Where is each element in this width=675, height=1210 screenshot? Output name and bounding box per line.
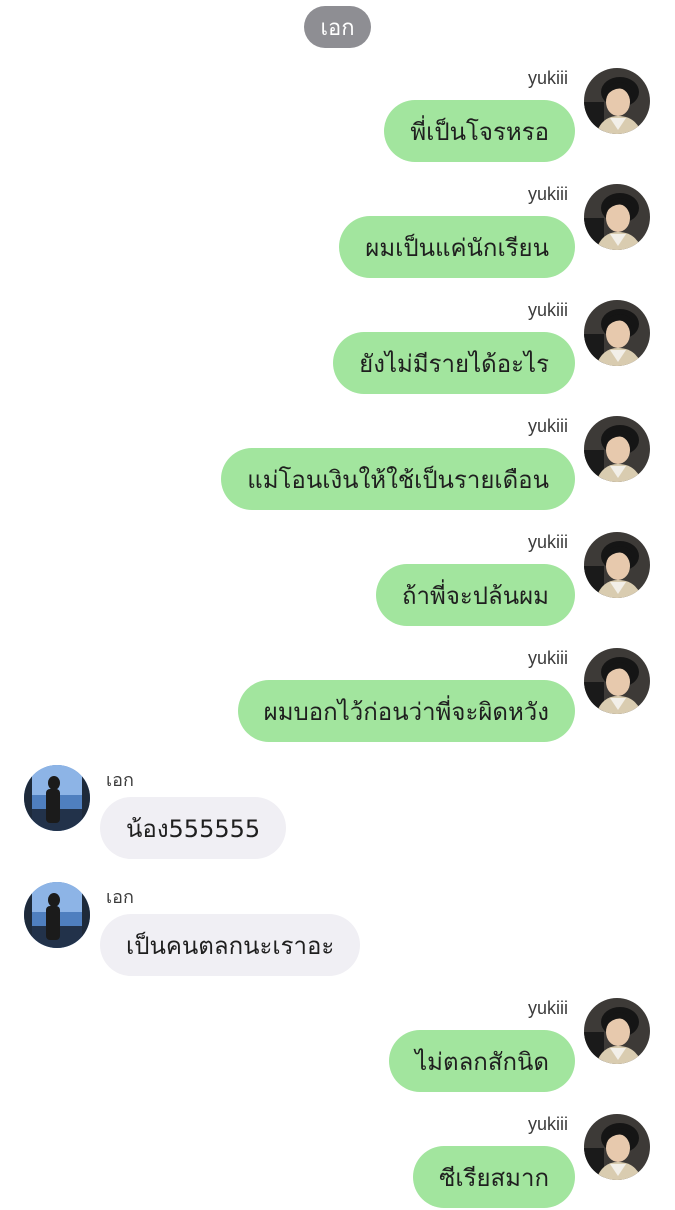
- sender-name: yukiii: [527, 68, 568, 88]
- message-bubble[interactable]: ไม่ตลกสักนิด: [389, 1030, 575, 1092]
- avatar-yukiii[interactable]: [584, 416, 650, 482]
- chat-partner-name[interactable]: เอก: [304, 6, 371, 48]
- avatar-yukiii[interactable]: [584, 1114, 650, 1180]
- sender-name: yukiii: [527, 300, 568, 320]
- message-row-outgoing: yukiii ไม่ตลกสักนิด: [0, 998, 675, 1094]
- message-row-incoming: เอก น้อง555555: [0, 765, 675, 861]
- message-bubble[interactable]: ผมบอกไว้ก่อนว่าพี่จะผิดหวัง: [237, 680, 575, 742]
- message-row-outgoing: yukiii ซีเรียสมาก: [0, 1114, 675, 1210]
- message-bubble[interactable]: แม่โอนเงินให้ใช้เป็นรายเดือน: [221, 448, 575, 510]
- message-row-outgoing: yukiii ผมเป็นแค่นักเรียน: [0, 184, 675, 280]
- message-row-outgoing: yukiii แม่โอนเงินให้ใช้เป็นรายเดือน: [0, 416, 675, 512]
- message-bubble[interactable]: เป็นคนตลกนะเราอะ: [100, 914, 361, 976]
- message-row-incoming: เอก เป็นคนตลกนะเราอะ: [0, 882, 675, 978]
- message-bubble[interactable]: ผมเป็นแค่นักเรียน: [339, 216, 575, 278]
- avatar-ek[interactable]: [24, 882, 90, 948]
- sender-name: เอก: [106, 770, 134, 790]
- message-row-outgoing: yukiii พี่เป็นโจรหรอ: [0, 68, 675, 164]
- avatar-yukiii[interactable]: [584, 532, 650, 598]
- message-bubble[interactable]: น้อง555555: [100, 797, 287, 859]
- sender-name: yukiii: [527, 648, 568, 668]
- avatar-yukiii[interactable]: [584, 184, 650, 250]
- message-bubble[interactable]: พี่เป็นโจรหรอ: [384, 100, 575, 162]
- sender-name: yukiii: [527, 184, 568, 204]
- message-row-outgoing: yukiii ผมบอกไว้ก่อนว่าพี่จะผิดหวัง: [0, 648, 675, 744]
- message-bubble[interactable]: ซีเรียสมาก: [413, 1146, 575, 1208]
- message-bubble[interactable]: ยังไม่มีรายได้อะไร: [333, 332, 575, 394]
- avatar-yukiii[interactable]: [584, 68, 650, 134]
- sender-name: yukiii: [527, 1114, 568, 1134]
- sender-name: yukiii: [527, 532, 568, 552]
- sender-name: yukiii: [527, 998, 568, 1018]
- avatar-yukiii[interactable]: [584, 998, 650, 1064]
- message-bubble[interactable]: ถ้าพี่จะปล้นผม: [375, 564, 575, 626]
- sender-name: เอก: [106, 887, 134, 907]
- avatar-ek[interactable]: [24, 765, 90, 831]
- avatar-yukiii[interactable]: [584, 300, 650, 366]
- message-row-outgoing: yukiii ถ้าพี่จะปล้นผม: [0, 532, 675, 628]
- message-row-outgoing: yukiii ยังไม่มีรายได้อะไร: [0, 300, 675, 396]
- sender-name: yukiii: [527, 416, 568, 436]
- avatar-yukiii[interactable]: [584, 648, 650, 714]
